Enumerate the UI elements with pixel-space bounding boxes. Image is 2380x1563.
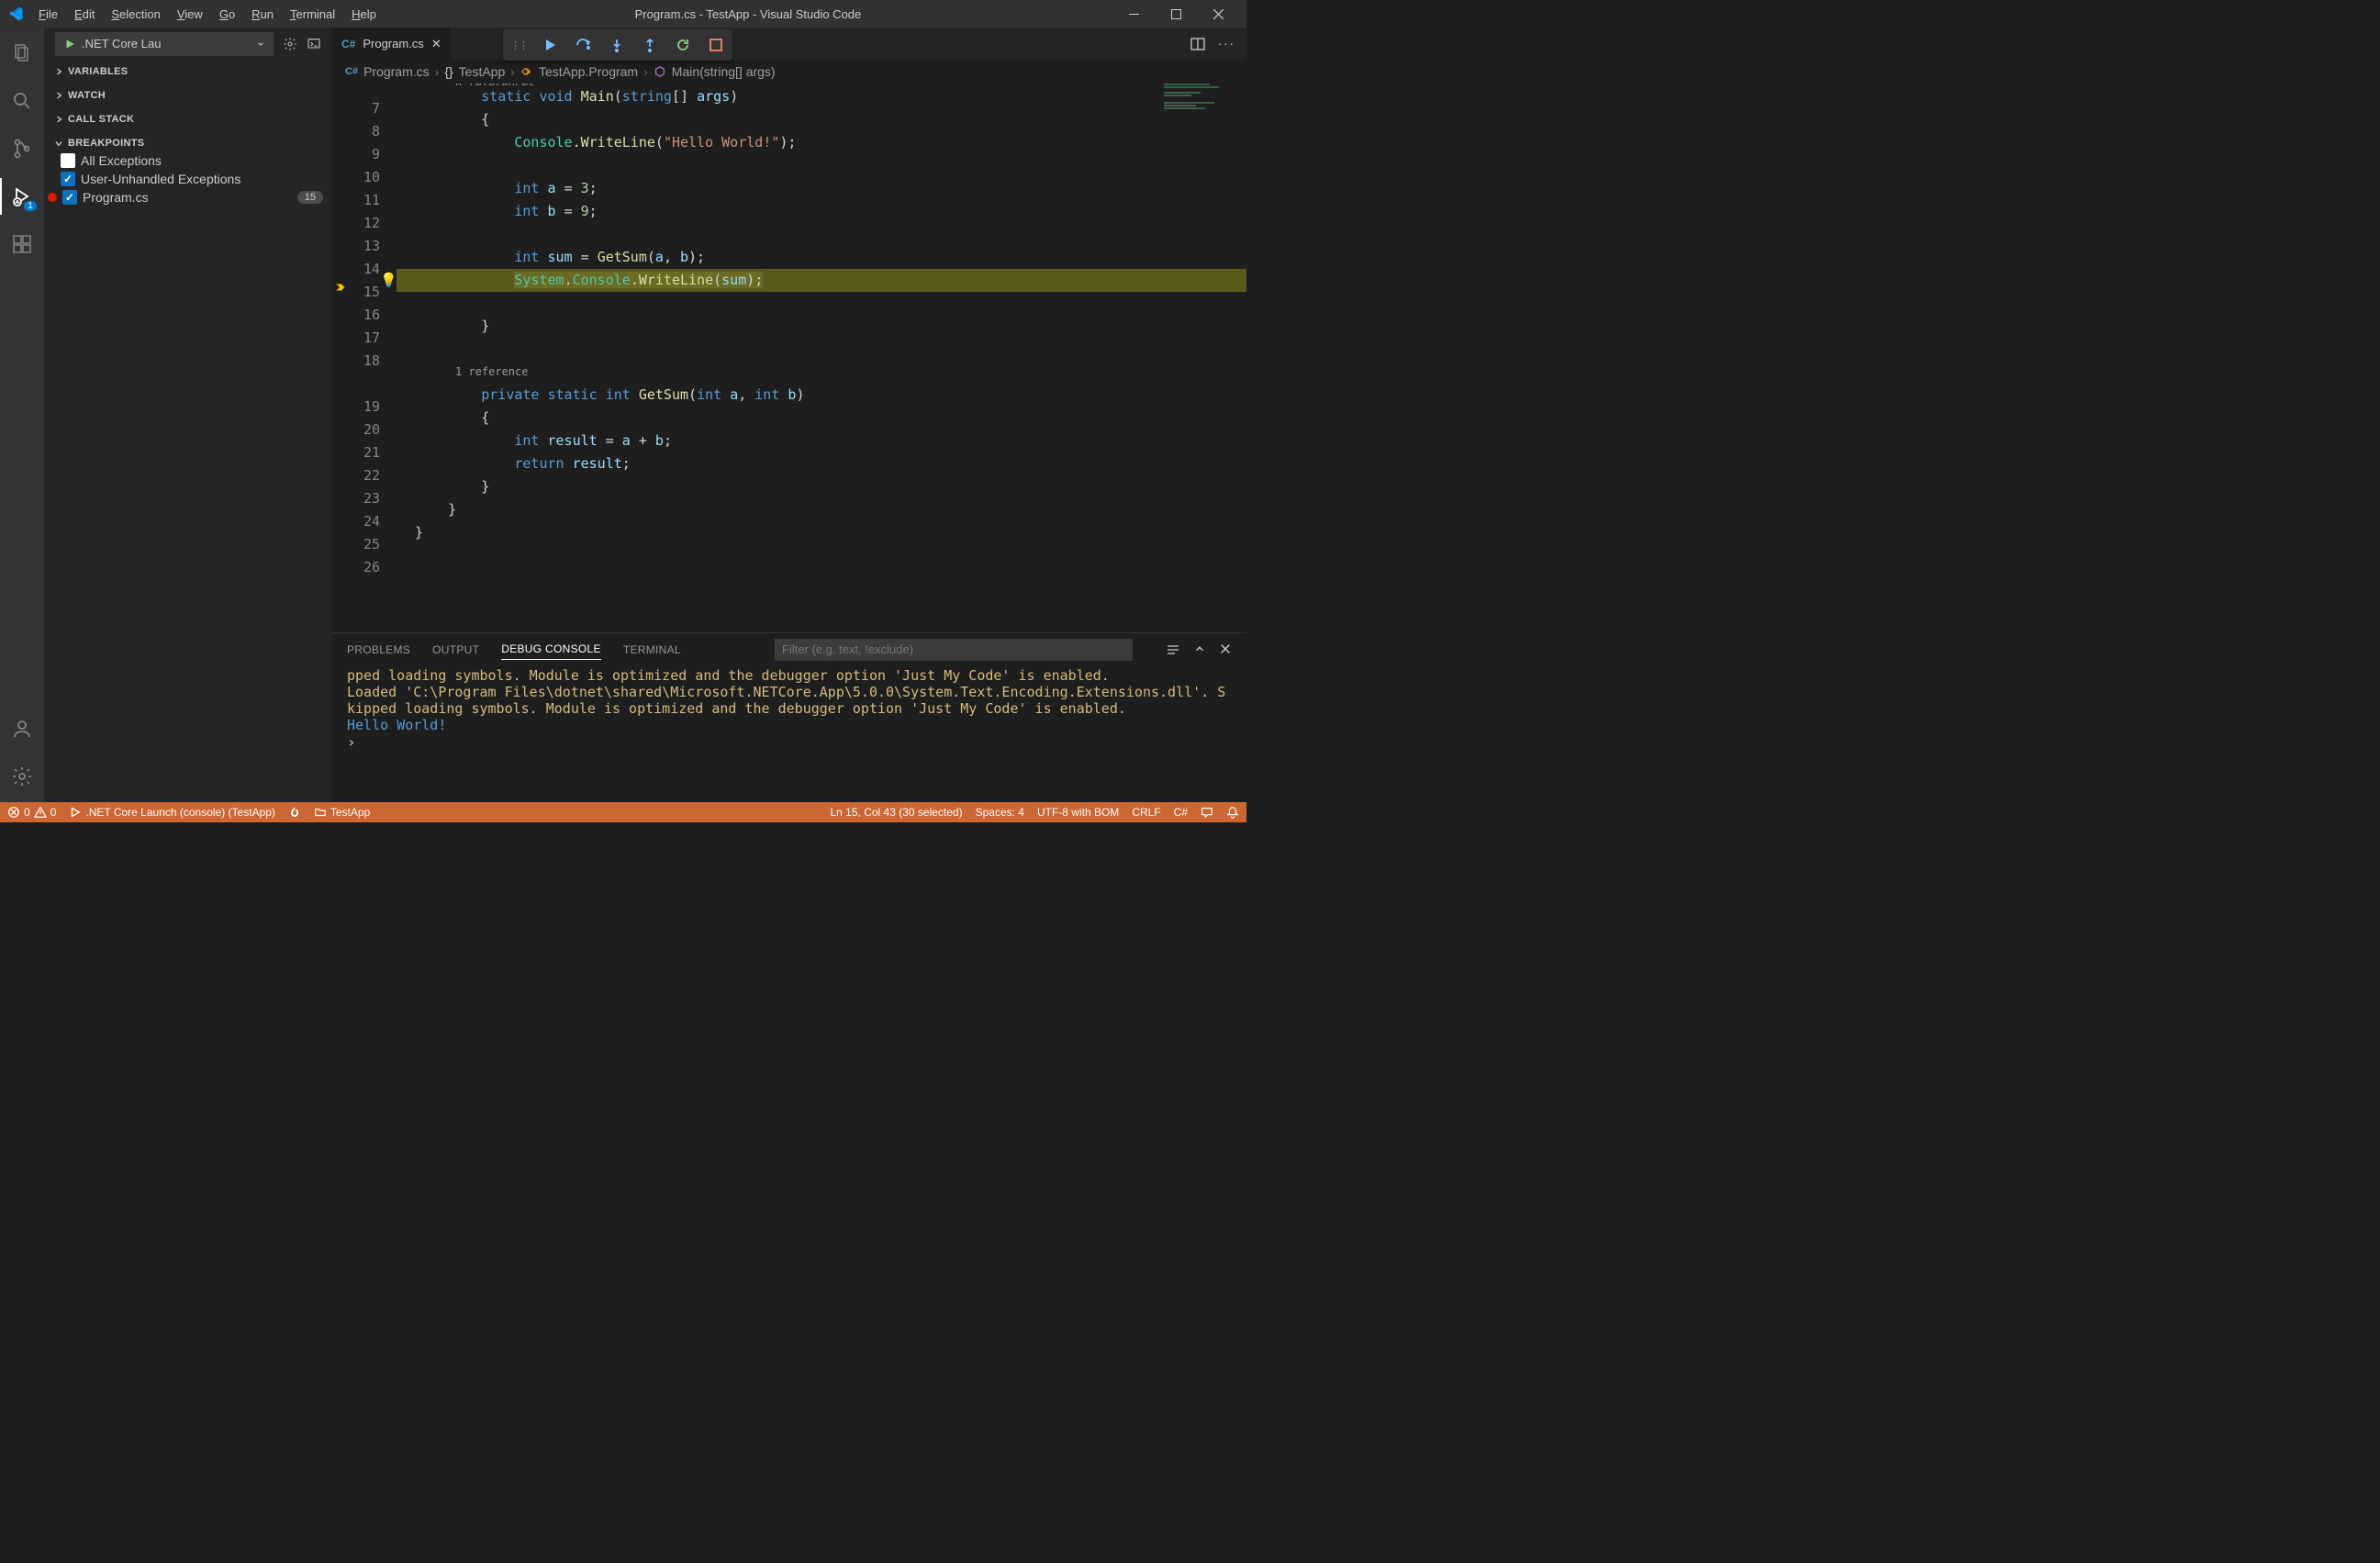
breakpoints-header[interactable]: BREAKPOINTS (44, 135, 332, 151)
stop-button[interactable] (707, 36, 725, 54)
csharp-file-icon: C# (341, 38, 355, 50)
menu-terminal[interactable]: Terminal (283, 4, 342, 25)
activity-settings[interactable] (0, 758, 44, 795)
window-controls (1112, 0, 1239, 28)
status-encoding[interactable]: UTF-8 with BOM (1037, 806, 1119, 819)
gear-icon[interactable] (283, 37, 297, 51)
watch-section[interactable]: WATCH (44, 84, 332, 107)
word-wrap-icon[interactable] (1166, 642, 1180, 657)
panel-tab-problems[interactable]: PROBLEMS (347, 640, 410, 660)
step-over-button[interactable] (575, 36, 593, 54)
code-content[interactable]: 0 references static void Main(string[] a… (397, 84, 1246, 632)
checkbox-checked[interactable] (62, 190, 77, 205)
menu-file[interactable]: File (31, 4, 65, 25)
status-flame-icon[interactable] (288, 806, 301, 819)
step-out-button[interactable] (641, 36, 659, 54)
debug-config-select[interactable]: .NET Core Lau (55, 32, 274, 56)
activity-run-debug[interactable]: 1 (0, 178, 44, 215)
status-eol[interactable]: CRLF (1132, 806, 1160, 819)
debug-sidebar: .NET Core Lau VARIABLES WATCH CALL STACK… (44, 28, 332, 802)
activity-bar: 1 (0, 28, 44, 802)
close-button[interactable] (1197, 0, 1239, 28)
tab-bar: C# Program.cs ✕ ··· (332, 28, 1246, 60)
bottom-panel: PROBLEMS OUTPUT DEBUG CONSOLE TERMINAL p… (332, 632, 1246, 802)
step-into-button[interactable] (608, 36, 626, 54)
menu-run[interactable]: Run (244, 4, 281, 25)
sidebar-header: .NET Core Lau (44, 28, 332, 60)
menu-bar: File Edit Selection View Go Run Terminal… (31, 4, 384, 25)
activity-extensions[interactable] (0, 226, 44, 262)
method-icon (654, 65, 666, 78)
restart-button[interactable] (674, 36, 692, 54)
panel-tab-debug-console[interactable]: DEBUG CONSOLE (501, 639, 601, 660)
activity-search[interactable] (0, 83, 44, 119)
window-title: Program.cs - TestApp - Visual Studio Cod… (384, 7, 1112, 21)
tab-program-cs[interactable]: C# Program.cs ✕ (332, 28, 452, 60)
debug-toolbar[interactable]: ⋮⋮ (503, 29, 732, 61)
bp-file-item[interactable]: Program.cs 15 (44, 188, 332, 207)
menu-go[interactable]: Go (212, 4, 242, 25)
close-panel-icon[interactable] (1219, 642, 1232, 657)
panel-tabs: PROBLEMS OUTPUT DEBUG CONSOLE TERMINAL (332, 633, 1246, 665)
breadcrumb[interactable]: C# Program.cs › {} TestApp › TestApp.Pro… (332, 60, 1246, 84)
panel-tab-output[interactable]: OUTPUT (432, 640, 479, 660)
status-errors[interactable]: 0 0 (7, 806, 56, 819)
debug-console-output[interactable]: pped loading symbols. Module is optimize… (332, 665, 1246, 802)
status-language[interactable]: C# (1174, 806, 1188, 819)
variables-section[interactable]: VARIABLES (44, 60, 332, 84)
more-actions-icon[interactable]: ··· (1218, 37, 1235, 50)
debug-badge: 1 (24, 201, 37, 211)
activity-source-control[interactable] (0, 130, 44, 167)
status-launch-config[interactable]: .NET Core Launch (console) (TestApp) (69, 806, 275, 819)
checkbox-unchecked[interactable] (61, 153, 75, 168)
titlebar: File Edit Selection View Go Run Terminal… (0, 0, 1246, 28)
breakpoint-dot-icon (48, 193, 57, 202)
vscode-logo-icon (7, 6, 24, 22)
close-tab-icon[interactable]: ✕ (431, 37, 441, 51)
panel-tab-terminal[interactable]: TERMINAL (623, 640, 681, 660)
status-feedback-icon[interactable] (1201, 806, 1213, 819)
menu-selection[interactable]: Selection (104, 4, 167, 25)
menu-edit[interactable]: Edit (67, 4, 102, 25)
bp-all-exceptions[interactable]: All Exceptions (44, 151, 332, 170)
debug-console-icon[interactable] (307, 37, 321, 51)
panel-filter-input[interactable] (775, 639, 1133, 661)
split-editor-icon[interactable] (1190, 37, 1205, 51)
breakpoints-section: BREAKPOINTS All Exceptions User-Unhandle… (44, 131, 332, 210)
bp-line-badge: 15 (297, 191, 323, 204)
chevron-up-icon[interactable] (1193, 642, 1206, 657)
namespace-icon: {} (444, 64, 453, 79)
class-icon (520, 65, 533, 78)
checkbox-checked[interactable] (61, 172, 75, 186)
menu-help[interactable]: Help (344, 4, 384, 25)
line-number-gutter: 7891011121314151617181920212223242526 (332, 84, 397, 632)
maximize-button[interactable] (1155, 0, 1197, 28)
minimize-button[interactable] (1112, 0, 1155, 28)
menu-view[interactable]: View (170, 4, 210, 25)
activity-explorer[interactable] (0, 35, 44, 72)
editor-area: C# Program.cs ✕ ··· C# Program.cs › {} T… (332, 28, 1246, 802)
minimap[interactable] (1164, 84, 1246, 230)
csharp-icon: C# (345, 66, 358, 77)
activity-accounts[interactable] (0, 710, 44, 747)
code-editor[interactable]: 7891011121314151617181920212223242526 0 … (332, 84, 1246, 632)
status-cursor[interactable]: Ln 15, Col 43 (30 selected) (831, 806, 963, 819)
callstack-section[interactable]: CALL STACK (44, 107, 332, 131)
status-bell-icon[interactable] (1226, 806, 1239, 819)
continue-button[interactable] (542, 36, 560, 54)
status-bar: 0 0 .NET Core Launch (console) (TestApp)… (0, 802, 1246, 822)
bp-user-unhandled[interactable]: User-Unhandled Exceptions (44, 170, 332, 188)
status-spaces[interactable]: Spaces: 4 (976, 806, 1024, 819)
debug-config-label: .NET Core Lau (82, 37, 161, 50)
status-folder[interactable]: TestApp (314, 806, 370, 819)
drag-grip-icon[interactable]: ⋮⋮ (510, 39, 527, 51)
